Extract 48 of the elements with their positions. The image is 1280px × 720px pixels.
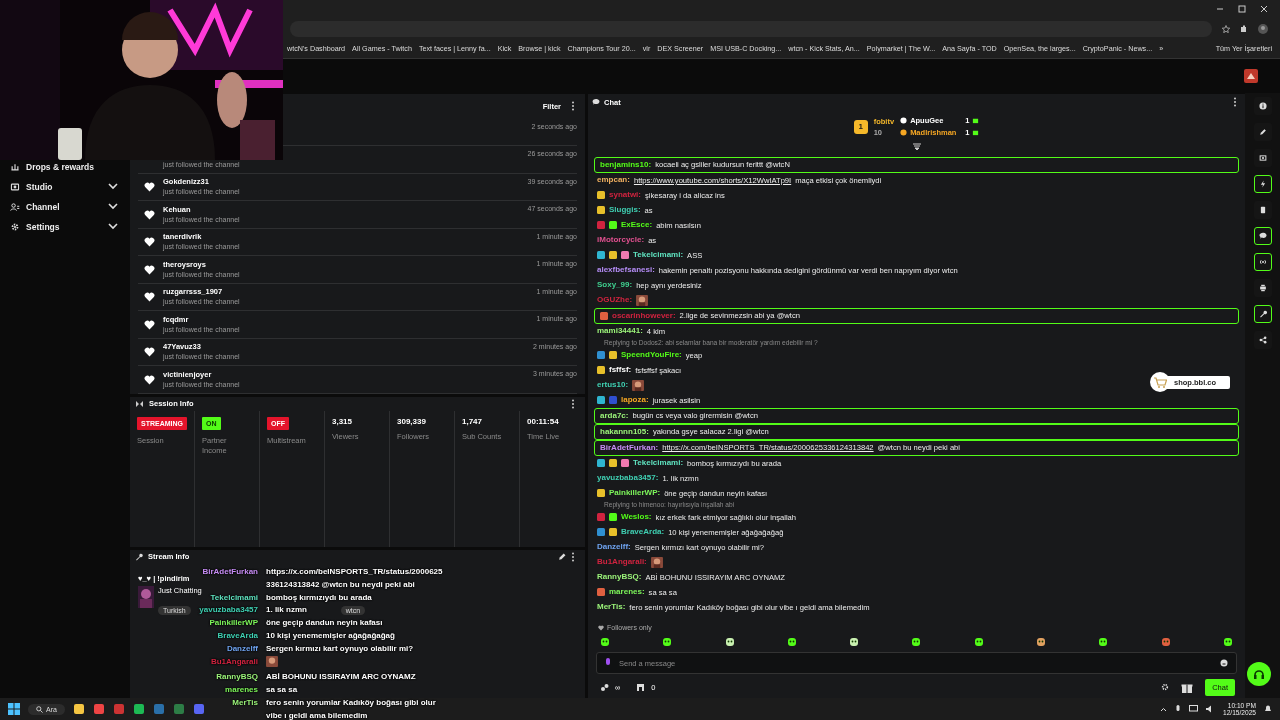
stat-value: 1,747	[462, 416, 483, 426]
overlay-username: Bu1Angarali	[210, 655, 258, 668]
username[interactable]: Tekelcimami:	[633, 458, 684, 469]
username[interactable]: Weslos:	[621, 512, 652, 523]
username[interactable]: ExEsce:	[621, 220, 653, 231]
overlay-message: bomboş kırmızıydı bu arada	[266, 591, 372, 604]
overlay-message: Sergen kırmızı kart oynuyo olabilir mi?	[266, 642, 414, 655]
username[interactable]: empcan:	[597, 175, 630, 186]
username[interactable]: Sluggis:	[609, 205, 641, 216]
overlay-username: RannyBSQ	[216, 671, 258, 684]
stat-value: 309,339	[397, 416, 426, 426]
rank-medal: 1	[853, 119, 868, 134]
username[interactable]: iMotorcycle:	[597, 235, 645, 246]
username[interactable]: PainkillerWP:	[609, 488, 661, 499]
username[interactable]: BraveArda:	[621, 527, 665, 538]
username[interactable]: Soxy_99:	[597, 280, 633, 291]
username[interactable]: marenes:	[609, 587, 645, 598]
username[interactable]: RannyBSQ:	[597, 572, 642, 583]
overlay-username: marenes	[225, 684, 258, 697]
username[interactable]: ertus10:	[597, 380, 629, 391]
overlay-message: öne geçip dandun neyin kafası	[266, 617, 383, 630]
stat-value: 3,315	[332, 416, 353, 426]
username[interactable]: mami34441:	[597, 326, 643, 337]
username[interactable]: arda7c:	[600, 410, 629, 421]
username[interactable]: MerTis:	[597, 602, 626, 613]
username[interactable]: yavuzbaba3457:	[597, 473, 659, 484]
overlay-username: yavuzbaba3457	[199, 604, 258, 617]
username[interactable]: hakannn105:	[600, 426, 649, 437]
overlay-message: 1. lik nzmn	[266, 604, 307, 617]
username[interactable]: fsffsf:	[609, 365, 632, 376]
overlay-username: MerTis	[232, 696, 258, 709]
overlay-username: Tekelcimami	[210, 591, 258, 604]
username[interactable]: lapoza:	[621, 395, 649, 406]
username[interactable]: BirAdetFurkan:	[600, 442, 659, 453]
username[interactable]: SpeendYouFire:	[621, 350, 682, 361]
overlay-username: BraveArda	[217, 630, 258, 642]
overlay-message: ABİ BOHUNU ISSIRAYIM ARC OYNAMZ	[266, 671, 416, 684]
stat-value: 00:11:54	[527, 416, 559, 426]
username[interactable]: benjamins10:	[600, 159, 652, 170]
username[interactable]: alexfbefsanesi:	[597, 265, 655, 276]
username[interactable]: Tekelcimami:	[633, 250, 684, 261]
overlay-username: PainkillerWP	[209, 617, 258, 630]
overlay-message: fero senin yorumlar Kadıköy boğası gibi olur vibe ı geldi ama bilemedim	[266, 696, 437, 720]
overlay-message: 10 kişi yenememişler ağağağağağ	[266, 630, 395, 642]
overlay-username: BirAdetFurkan	[202, 566, 258, 578]
username[interactable]: Danzelff:	[597, 542, 631, 553]
overlay-username: Danzelff	[226, 642, 258, 655]
overlay-message: sa sa sa	[266, 684, 298, 697]
